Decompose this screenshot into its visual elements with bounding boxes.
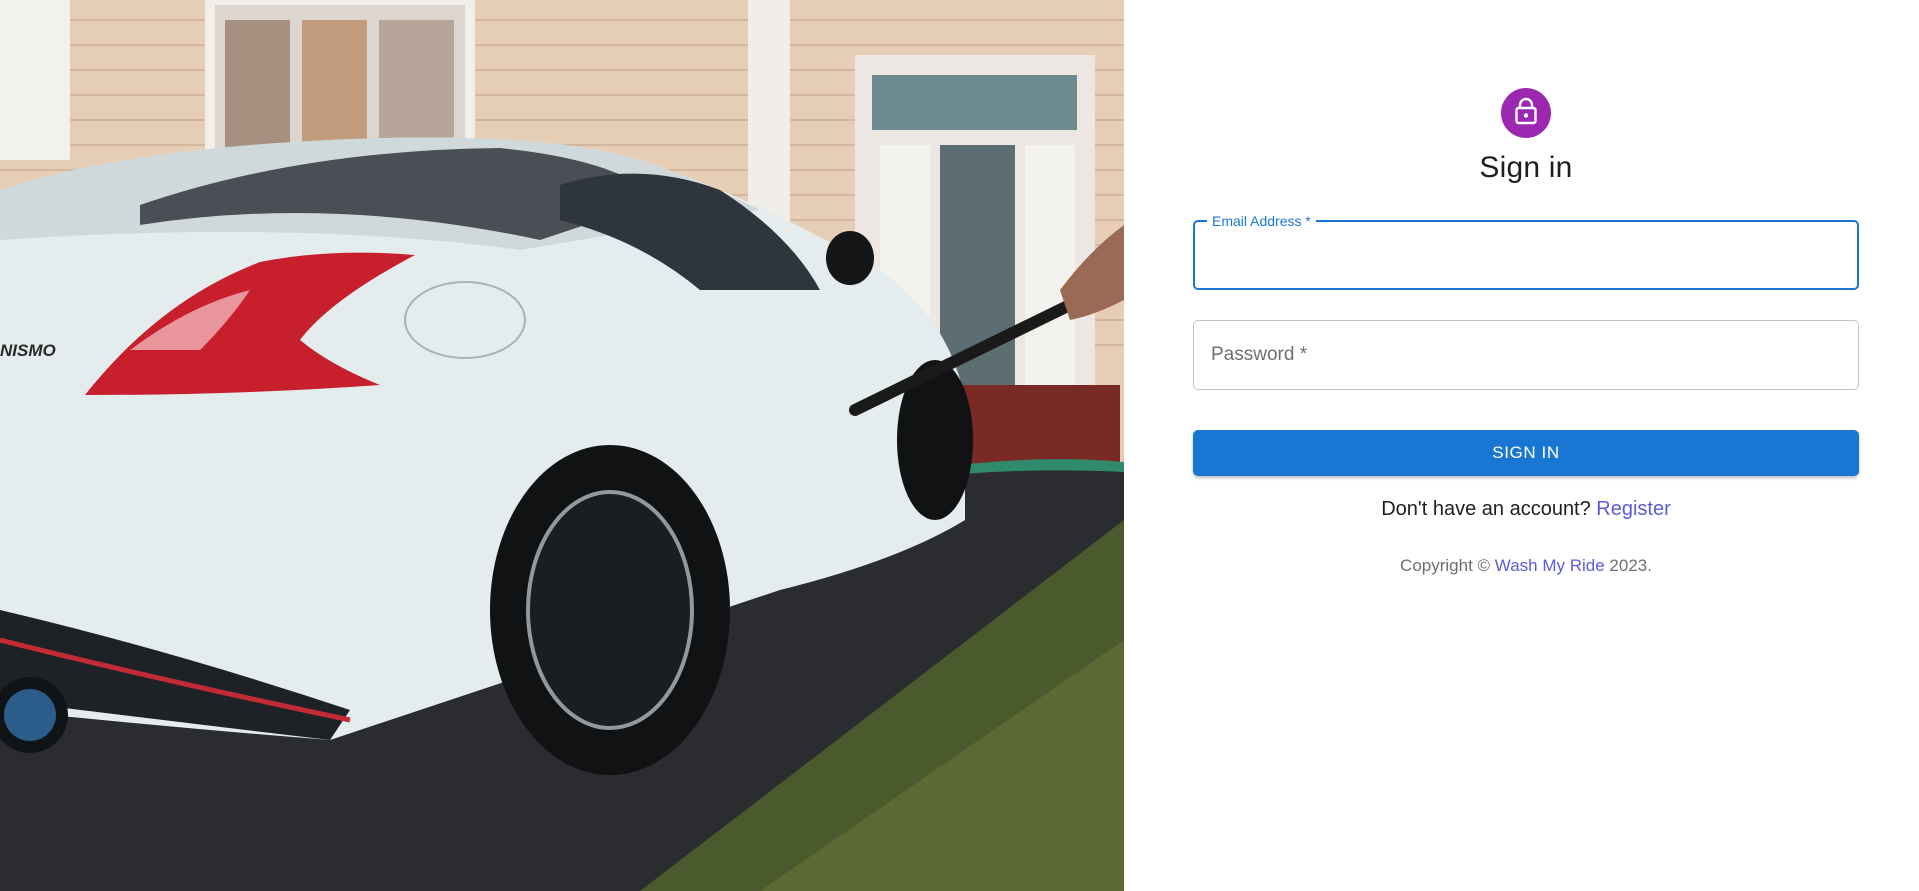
copyright-suffix: 2023.: [1604, 556, 1652, 575]
avatar: [1501, 88, 1551, 138]
register-link[interactable]: Register: [1596, 498, 1670, 520]
email-field[interactable]: Email Address *: [1193, 213, 1859, 290]
page-title: Sign in: [1479, 151, 1573, 184]
email-input[interactable]: [1195, 222, 1857, 288]
car-badge: NISMO: [0, 341, 56, 360]
login-page: NISMO Sign in Email Address * Password *…: [0, 0, 1919, 891]
hero-illustration: NISMO: [0, 0, 1124, 891]
brand-link[interactable]: Wash My Ride: [1495, 556, 1605, 575]
register-prompt-text: Don't have an account?: [1381, 498, 1597, 520]
sign-in-panel: Sign in Email Address * Password * Sign …: [1124, 0, 1919, 891]
car-wash-hero-image: NISMO: [0, 0, 1124, 891]
register-prompt: Don't have an account? Register: [1381, 498, 1671, 521]
copyright: Copyright © Wash My Ride 2023.: [1400, 556, 1652, 576]
password-field[interactable]: Password *: [1193, 320, 1859, 390]
sign-in-form: Sign in Email Address * Password * Sign …: [1193, 88, 1859, 576]
copyright-prefix: Copyright ©: [1400, 556, 1495, 575]
sign-in-button[interactable]: Sign In: [1193, 430, 1859, 476]
password-input[interactable]: [1194, 321, 1858, 389]
lock-icon: [1513, 97, 1539, 130]
